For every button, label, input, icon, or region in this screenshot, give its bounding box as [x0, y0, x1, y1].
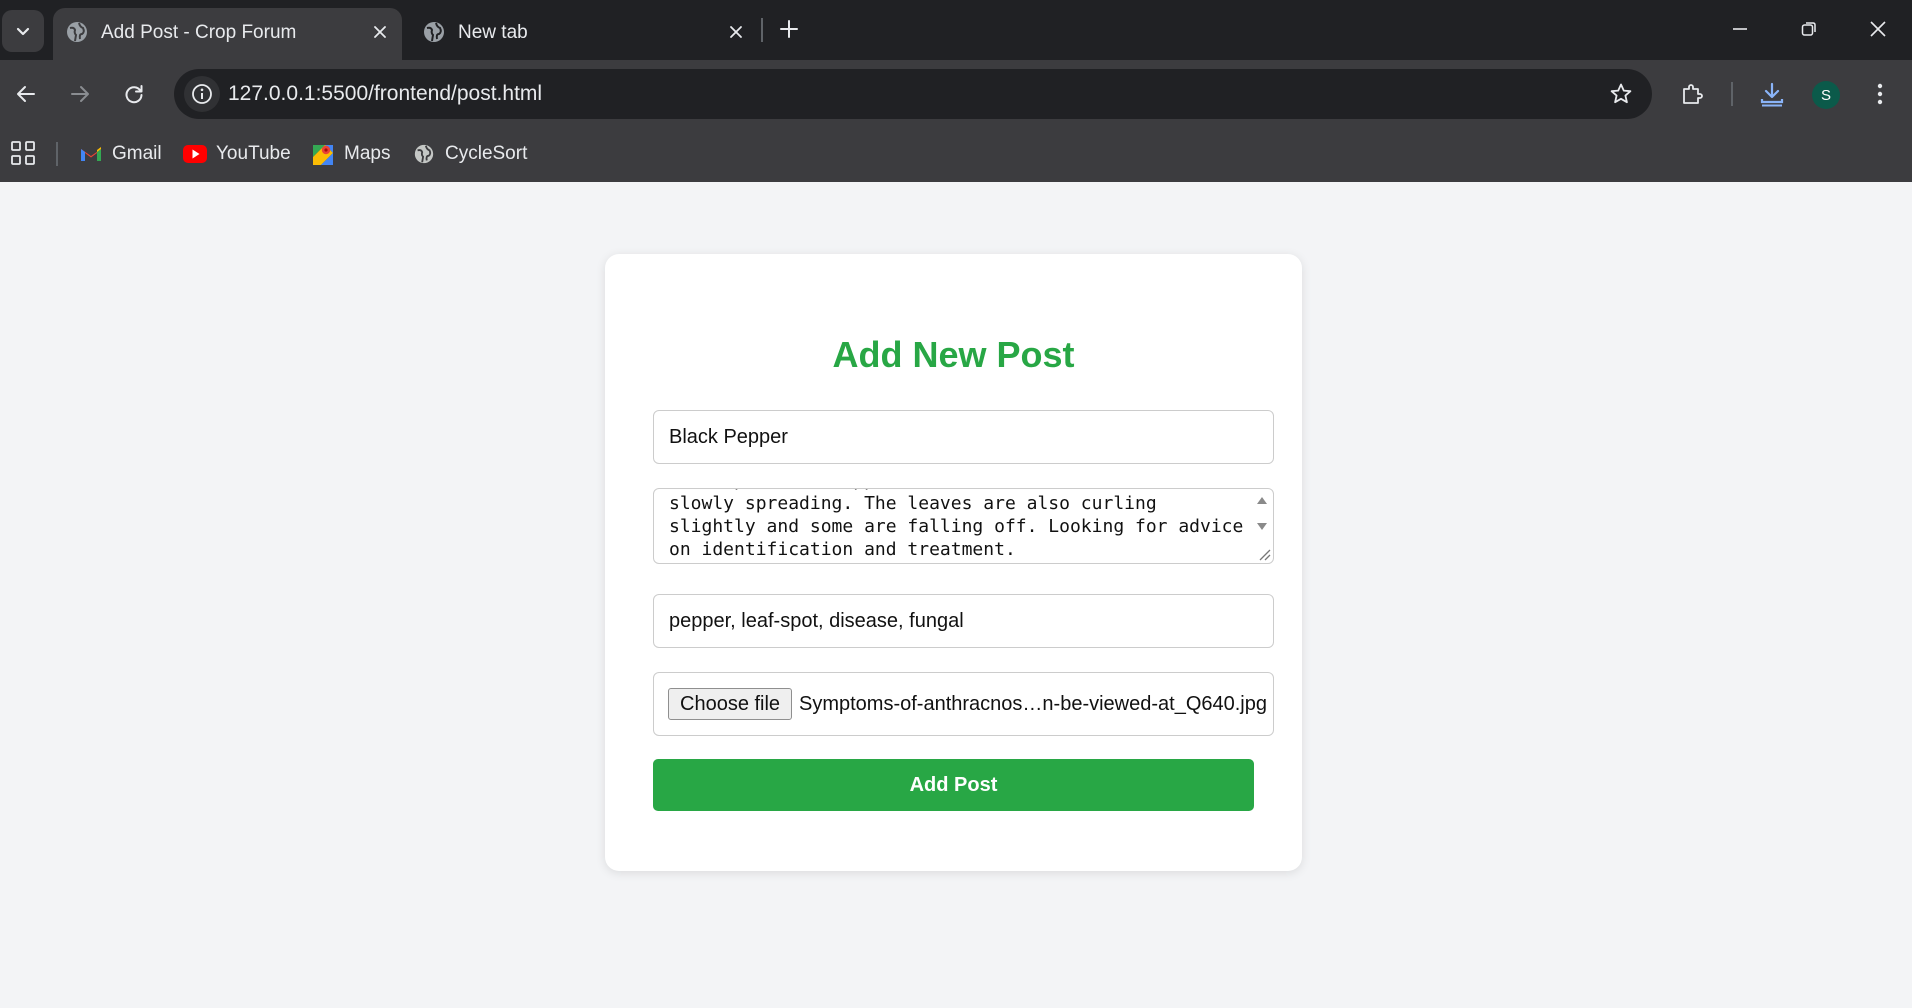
close-icon[interactable] [368, 20, 392, 44]
tab-new-tab[interactable]: New tab [410, 8, 758, 60]
download-icon [1760, 82, 1784, 107]
bookmark-youtube[interactable]: YouTube [183, 140, 291, 168]
tab-title: New tab [458, 22, 528, 43]
puzzle-icon [1683, 84, 1703, 104]
reload-button[interactable] [114, 74, 154, 114]
address-bar[interactable]: 127.0.0.1:5500/frontend/post.html [174, 69, 1652, 119]
image-file-input[interactable]: Choose file Symptoms-of-anthracnos…n-be-… [653, 672, 1274, 736]
bookmark-star-button[interactable] [1604, 77, 1638, 111]
minimize-icon [1733, 28, 1747, 30]
star-icon [1610, 83, 1632, 104]
restore-button[interactable] [1783, 6, 1835, 52]
bookmark-label: YouTube [216, 143, 291, 164]
forward-button[interactable] [60, 74, 100, 114]
close-icon [1870, 21, 1886, 37]
minimize-button[interactable] [1714, 6, 1766, 52]
choose-file-button[interactable]: Choose file [668, 688, 793, 720]
bookmark-label: Gmail [112, 143, 162, 164]
post-tags-input[interactable] [653, 594, 1274, 648]
bookmark-label: Maps [344, 143, 391, 164]
restore-icon [1801, 22, 1816, 36]
bookmark-gmail[interactable]: Gmail [79, 140, 162, 168]
bookmark-label: CycleSort [445, 143, 528, 164]
bookmarks-bar: Gmail YouTube Maps CycleSort [0, 128, 1912, 182]
page-title: Add New Post [832, 334, 1075, 375]
textarea-scrollbar[interactable] [1251, 489, 1273, 563]
browser-toolbar: 127.0.0.1:5500/frontend/post.html S [0, 60, 1912, 128]
bookmark-maps[interactable]: Maps [311, 140, 390, 168]
add-post-card: Add New Post Dark spots have appeared on… [605, 254, 1302, 871]
window-close-button[interactable] [1852, 6, 1904, 52]
tab-title: Add Post - Crop Forum [101, 22, 297, 43]
browser-menu-button[interactable] [1860, 74, 1900, 114]
bookmark-cyclesort[interactable]: CycleSort [412, 140, 527, 168]
extensions-button[interactable] [1672, 74, 1712, 114]
bookmarks-divider [56, 142, 58, 166]
more-vert-icon [1877, 83, 1883, 105]
info-icon [192, 84, 212, 104]
post-description-textarea[interactable]: Dark spots have appeared on the leaves a… [654, 489, 1254, 563]
downloads-button[interactable] [1752, 74, 1792, 114]
site-info-button[interactable] [184, 76, 220, 112]
selected-file-name: Symptoms-of-anthracnos…n-be-viewed-at_Q6… [799, 693, 1267, 715]
new-tab-button[interactable] [772, 12, 806, 46]
youtube-icon [183, 142, 207, 166]
apps-grid-icon[interactable] [10, 140, 36, 166]
post-description-field: Dark spots have appeared on the leaves a… [653, 488, 1274, 564]
arrow-left-icon [17, 86, 35, 102]
profile-avatar[interactable]: S [1812, 81, 1840, 109]
url-text[interactable]: 127.0.0.1:5500/frontend/post.html [228, 82, 542, 106]
globe-icon [412, 142, 436, 166]
globe-icon [67, 22, 87, 42]
maps-icon [311, 142, 335, 166]
back-button[interactable] [6, 74, 46, 114]
close-icon[interactable] [724, 20, 748, 44]
gmail-icon [79, 142, 103, 166]
tab-divider [761, 18, 763, 42]
tab-add-post[interactable]: Add Post - Crop Forum [53, 8, 402, 60]
reload-icon [125, 85, 143, 104]
post-title-input[interactable] [653, 410, 1274, 464]
chevron-down-icon [16, 27, 30, 36]
globe-icon [424, 22, 444, 42]
add-post-button[interactable]: Add Post [653, 759, 1254, 811]
arrow-right-icon [71, 86, 89, 102]
plus-icon [780, 20, 798, 38]
tab-strip: Add Post - Crop Forum New tab [0, 0, 1912, 60]
tab-search-button[interactable] [2, 10, 44, 52]
toolbar-divider [1731, 82, 1733, 106]
